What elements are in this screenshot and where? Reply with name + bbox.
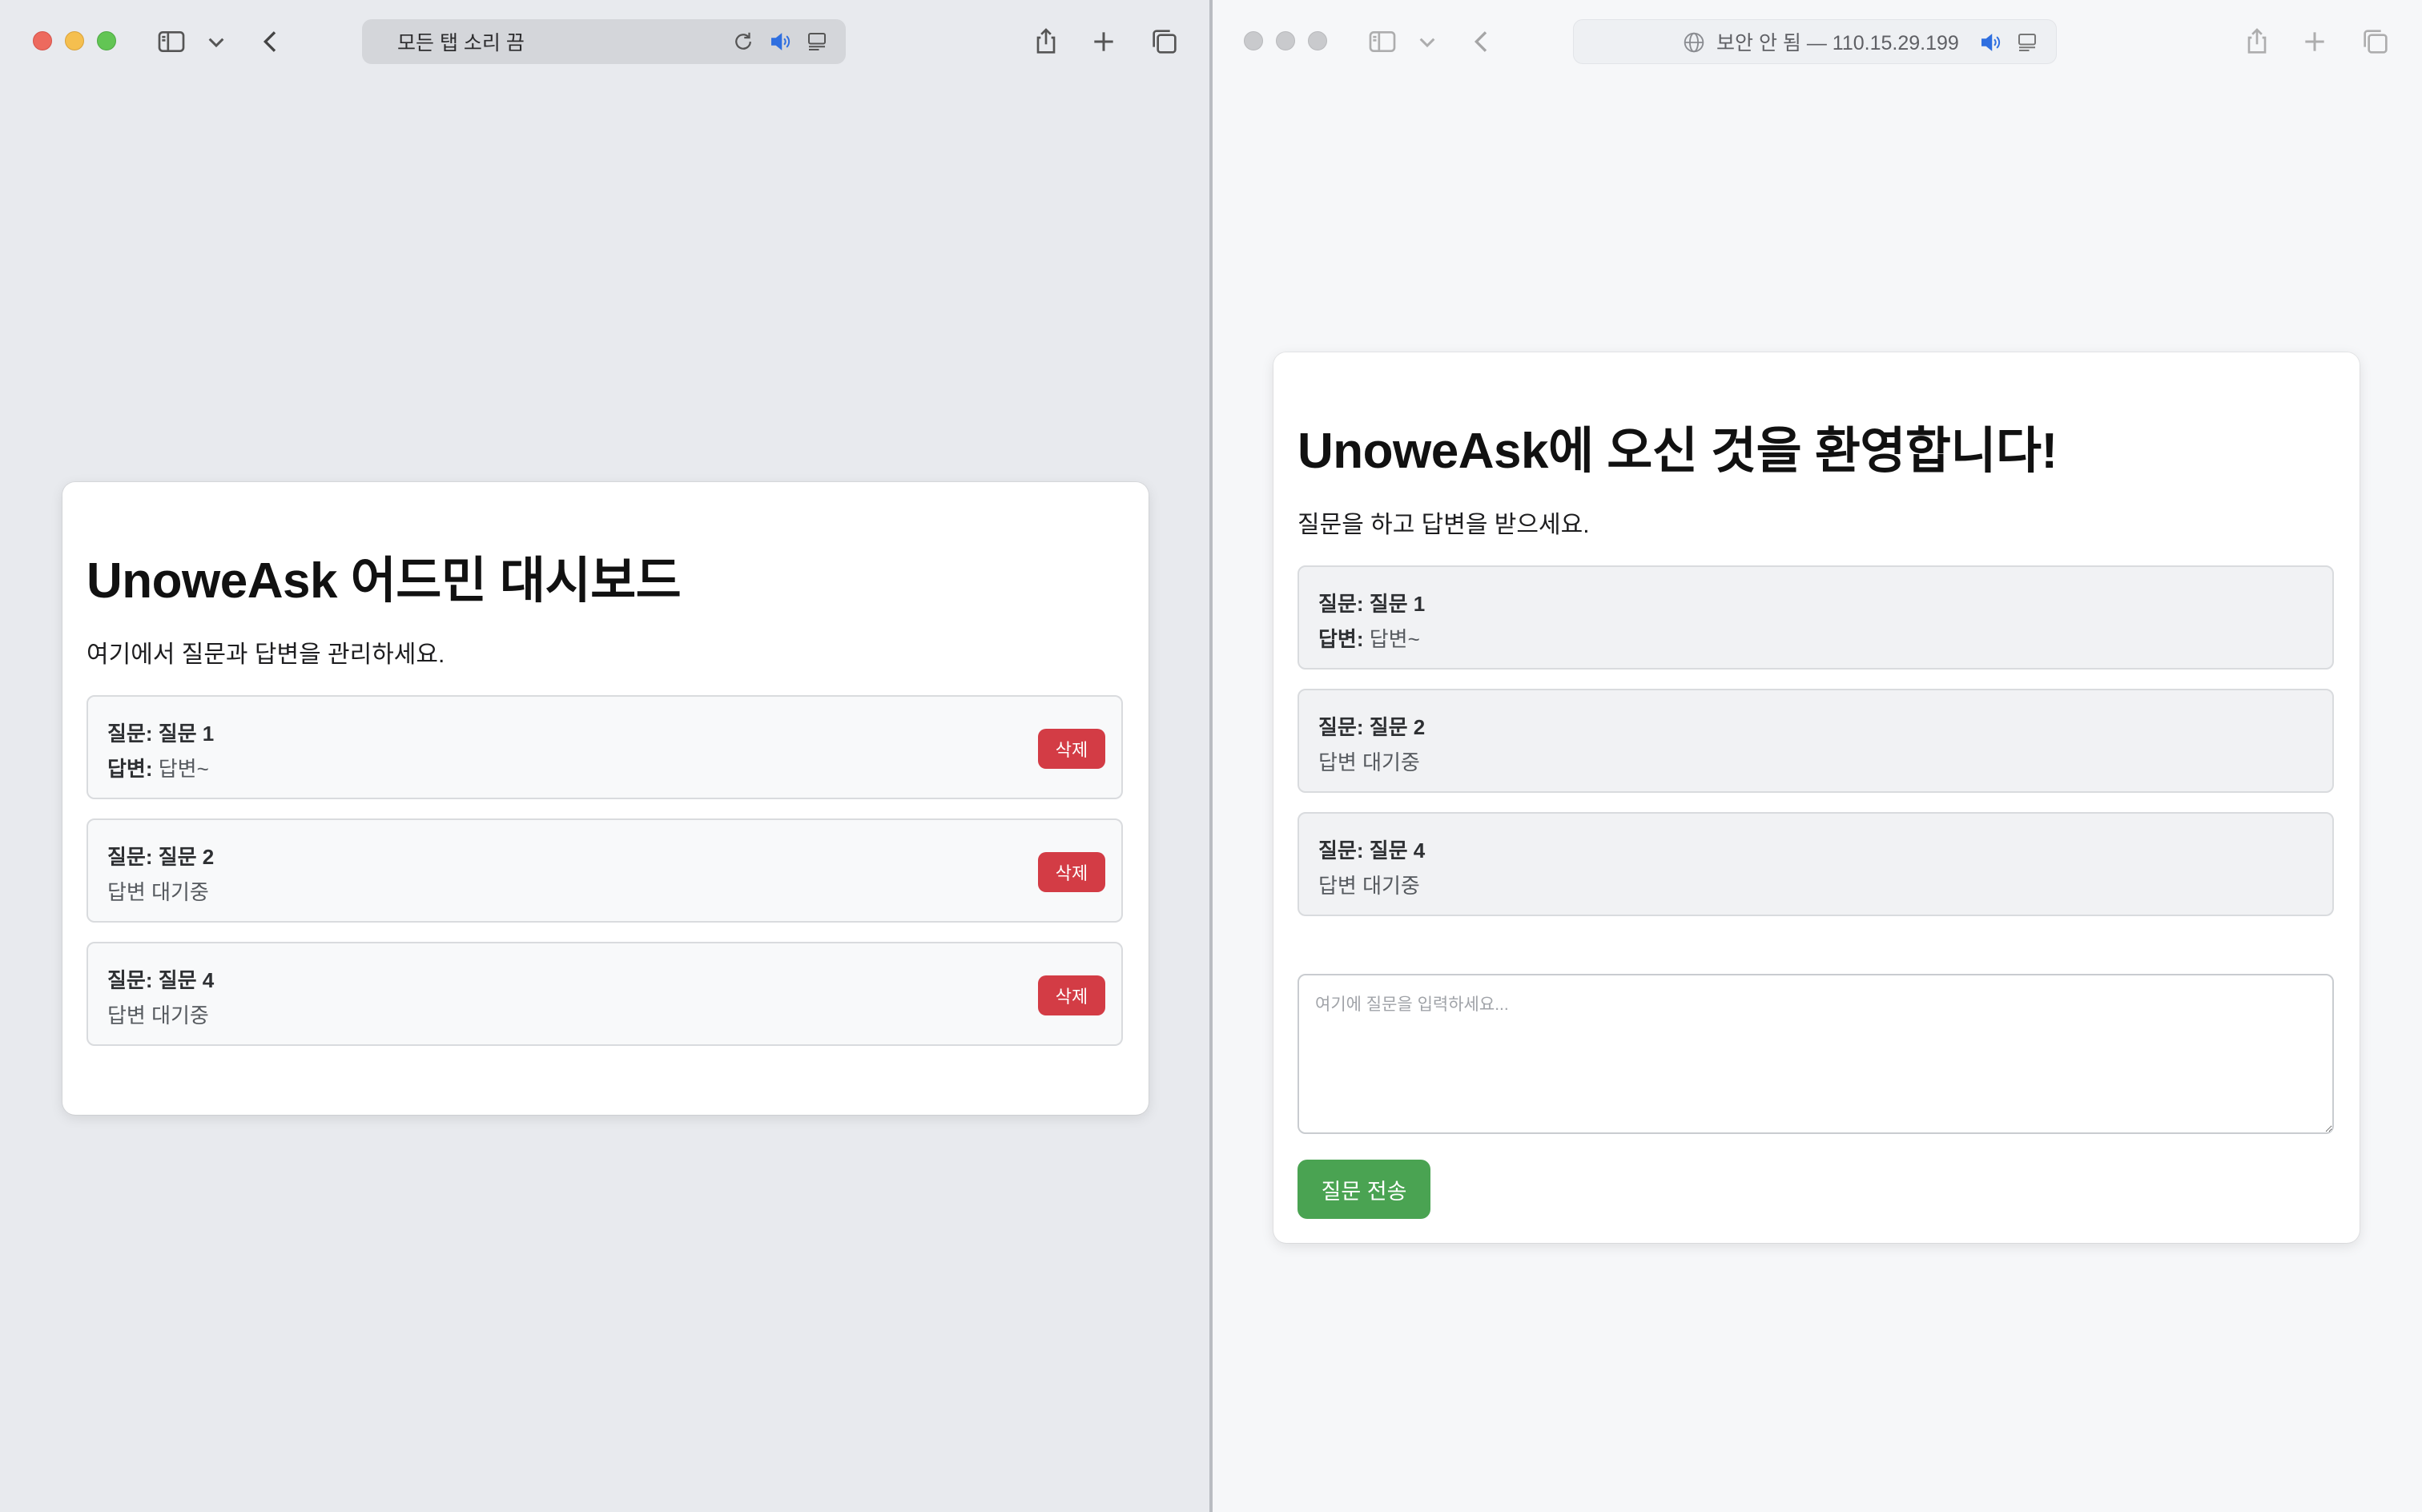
sidebar-icon[interactable]: [1365, 24, 1400, 59]
question-item: 질문: 질문 2 답변 대기중 삭제: [86, 818, 1123, 923]
reader-icon[interactable]: [803, 27, 831, 56]
minimize-window-button[interactable]: [65, 31, 84, 50]
answer-line: 답변: 답변~: [107, 753, 209, 782]
address-bar[interactable]: 보안 안 됨 — 110.15.29.199: [1573, 19, 2057, 64]
question-item: 질문: 질문 4 답변 대기중: [1298, 812, 2334, 916]
back-icon[interactable]: [253, 24, 288, 59]
browser-window-admin: 모든 탭 소리 끔 UnoweAsk 어드민 대시보드 여기에서 질문과 답변을…: [0, 0, 1211, 1512]
question-label: 질문:: [107, 722, 153, 746]
new-tab-icon[interactable]: [2297, 24, 2332, 59]
answer-label: 답변:: [107, 757, 153, 781]
chevron-down-icon[interactable]: [200, 24, 232, 59]
question-list: 질문: 질문 1 답변: 답변~ 삭제 질문: 질문 2 답변 대기중 삭제 질…: [86, 695, 1123, 1065]
chevron-down-icon[interactable]: [1411, 24, 1443, 59]
answer-pending-text: 답변 대기중: [107, 1003, 209, 1027]
question-line: 질문: 질문 1: [107, 718, 214, 747]
minimize-window-button[interactable]: [1276, 31, 1295, 50]
address-bar-icons: [729, 27, 831, 56]
address-bar-text: 모든 탭 소리 끔: [397, 32, 525, 54]
desktop: 모든 탭 소리 끔 UnoweAsk 어드민 대시보드 여기에서 질문과 답변을…: [0, 0, 2422, 1512]
page-subtitle: 여기에서 질문과 답변을 관리하세요.: [86, 641, 445, 668]
share-icon[interactable]: [1028, 24, 1064, 59]
answer-label: 답변:: [1318, 627, 1364, 651]
question-line: 질문: 질문 2: [1318, 711, 1425, 741]
answer-pending-text: 답변 대기중: [107, 880, 209, 904]
question-text: 질문 1: [1369, 592, 1426, 616]
back-icon[interactable]: [1464, 24, 1499, 59]
question-text: 질문 4: [158, 968, 215, 992]
question-label: 질문:: [107, 968, 153, 992]
delete-button[interactable]: 삭제: [1038, 729, 1105, 769]
delete-button[interactable]: 삭제: [1038, 852, 1105, 892]
question-text: 질문 2: [158, 845, 215, 869]
question-label: 질문:: [1318, 715, 1364, 739]
browser-toolbar: 모든 탭 소리 끔: [0, 0, 1211, 83]
submit-question-button[interactable]: 질문 전송: [1298, 1160, 1430, 1219]
speaker-icon[interactable]: [766, 27, 795, 56]
zoom-window-button[interactable]: [1308, 31, 1327, 50]
answer-pending-text: 답변 대기중: [1318, 874, 1420, 898]
browser-window-user: 보안 안 됨 — 110.15.29.199 UnoweAsk에 오신 것을 환…: [1213, 0, 2422, 1512]
question-text: 질문 1: [158, 722, 215, 746]
question-text: 질문 4: [1369, 838, 1426, 863]
zoom-window-button[interactable]: [97, 31, 116, 50]
sidebar-icon[interactable]: [154, 24, 189, 59]
question-item: 질문: 질문 2 답변 대기중: [1298, 689, 2334, 793]
question-line: 질문: 질문 1: [1318, 588, 1425, 617]
speaker-icon[interactable]: [1976, 28, 2005, 57]
question-line: 질문: 질문 2: [107, 841, 214, 871]
question-line: 질문: 질문 4: [1318, 834, 1425, 864]
answer-text: 답변~: [158, 757, 209, 781]
address-bar-icons: [1976, 28, 2042, 57]
tabs-overview-icon[interactable]: [1147, 24, 1182, 59]
address-bar[interactable]: 모든 탭 소리 끔: [362, 19, 846, 64]
question-item: 질문: 질문 1 답변: 답변~ 삭제: [86, 695, 1123, 799]
answer-line: 답변: 답변~: [1318, 623, 1420, 653]
question-item: 질문: 질문 1 답변: 답변~: [1298, 565, 2334, 670]
question-label: 질문:: [1318, 592, 1364, 616]
globe-icon: [1684, 32, 1704, 53]
close-window-button[interactable]: [1244, 31, 1263, 50]
answer-text: 답변~: [1369, 627, 1420, 651]
question-label: 질문:: [107, 845, 153, 869]
page-subtitle: 질문을 하고 답변을 받으세요.: [1298, 512, 1590, 538]
page-title: UnoweAsk에 오신 것을 환영합니다!: [1298, 424, 2058, 479]
answer-pending-text: 답변 대기중: [1318, 750, 1420, 774]
question-label: 질문:: [1318, 838, 1364, 863]
new-tab-icon[interactable]: [1086, 24, 1121, 59]
reload-icon[interactable]: [729, 27, 758, 56]
address-bar-text: 보안 안 됨 — 110.15.29.199: [1716, 32, 1959, 54]
admin-dashboard-card: UnoweAsk 어드민 대시보드 여기에서 질문과 답변을 관리하세요. 질문…: [62, 482, 1149, 1115]
user-question-card: UnoweAsk에 오신 것을 환영합니다! 질문을 하고 답변을 받으세요. …: [1273, 352, 2360, 1243]
tabs-overview-icon[interactable]: [2358, 24, 2393, 59]
share-icon[interactable]: [2239, 24, 2275, 59]
delete-button[interactable]: 삭제: [1038, 975, 1105, 1015]
browser-toolbar: 보안 안 됨 — 110.15.29.199: [1213, 0, 2422, 83]
question-list: 질문: 질문 1 답변: 답변~ 질문: 질문 2 답변 대기중 질문: 질문 …: [1298, 565, 2334, 935]
question-text: 질문 2: [1369, 715, 1426, 739]
close-window-button[interactable]: [33, 31, 52, 50]
reader-icon[interactable]: [2013, 28, 2042, 57]
page-title: UnoweAsk 어드민 대시보드: [86, 553, 682, 609]
question-line: 질문: 질문 4: [107, 964, 214, 994]
question-item: 질문: 질문 4 답변 대기중 삭제: [86, 942, 1123, 1046]
question-input[interactable]: [1298, 974, 2334, 1134]
